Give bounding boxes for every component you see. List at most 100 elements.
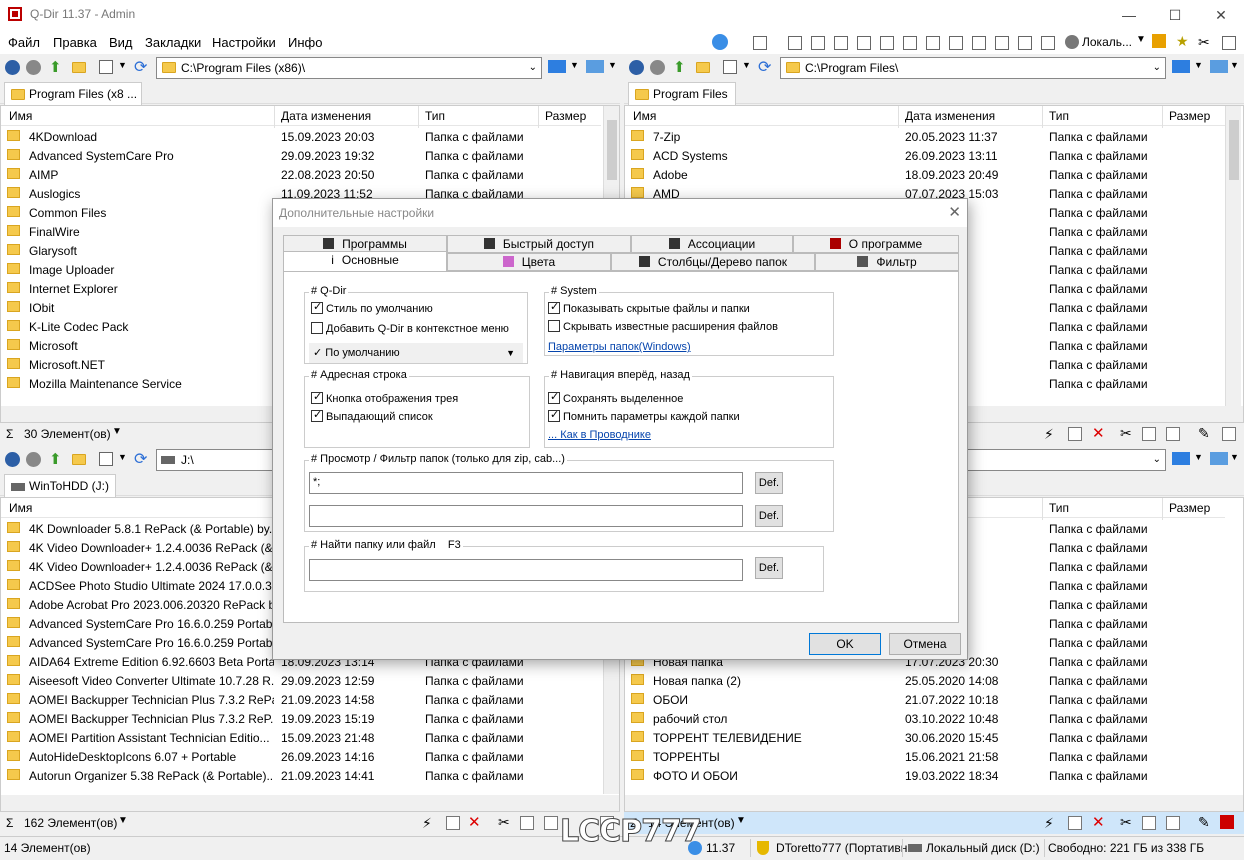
layout-2-icon[interactable] [811, 36, 825, 50]
address-input[interactable]: C:\Program Files (x86)\ ⌄ [156, 57, 542, 79]
properties-icon[interactable] [1222, 427, 1236, 441]
options-icon[interactable] [1222, 36, 1236, 50]
table-row[interactable]: AIMP 22.08.2023 20:50 Папка с файлами [1, 165, 601, 184]
col-name[interactable]: Имя [633, 109, 656, 129]
layout-8-icon[interactable] [949, 36, 963, 50]
tab-about[interactable]: О программе [793, 235, 959, 253]
chevron-down-icon[interactable]: ▼ [1136, 34, 1146, 45]
col-name[interactable]: Имя [9, 109, 32, 129]
folder-options-link[interactable]: Параметры папок(Windows) [548, 341, 691, 353]
table-row[interactable]: ТОРРЕНТ ТЕЛЕВИДЕНИЕ 30.06.2020 15:45 Папка… [625, 728, 1225, 747]
layout-7-icon[interactable] [926, 36, 940, 50]
view-icon[interactable] [99, 452, 113, 466]
chevron-down-icon[interactable]: ▼ [118, 815, 128, 826]
chevron-down-icon[interactable]: ⌄ [1153, 58, 1161, 78]
paste-icon[interactable] [1166, 816, 1180, 830]
table-row[interactable]: Autorun Organizer 5.38 RePack (& Portabl… [1, 766, 601, 785]
minimize-button[interactable]: — [1106, 0, 1152, 30]
copy-icon[interactable] [1142, 427, 1156, 441]
table-row[interactable]: Advanced SystemCare Pro 29.09.2023 19:32 П… [1, 146, 601, 165]
table-row[interactable]: AOMEI Partition Assistant Technician Edi… [1, 728, 601, 747]
back-icon[interactable] [5, 60, 20, 75]
monitor-icon[interactable] [548, 60, 566, 73]
col-size[interactable]: Размер [1169, 109, 1210, 129]
layout-11-icon[interactable] [1018, 36, 1032, 50]
copy-icon[interactable] [520, 816, 534, 830]
col-type[interactable]: Тип [425, 109, 445, 129]
forward-icon[interactable] [650, 60, 665, 75]
cancel-button[interactable]: Отмена [889, 633, 961, 655]
chevron-down-icon[interactable]: ▼ [1230, 60, 1239, 70]
locale-icon[interactable] [1065, 35, 1079, 49]
style-dropdown[interactable]: ✓ По умолчанию ▼ [309, 343, 523, 363]
table-row[interactable]: AOMEI Backupper Technician Plus 7.3.2 Re… [1, 709, 601, 728]
back-icon[interactable] [629, 60, 644, 75]
address-input[interactable]: ⌄ [964, 449, 1166, 471]
delete-icon[interactable]: ✕ [1092, 813, 1105, 831]
globe-icon[interactable] [712, 34, 728, 50]
def-button-1[interactable]: Def. [755, 472, 783, 494]
tab-general[interactable]: i Основные [283, 251, 447, 271]
table-row[interactable]: AutoHideDesktopIcons 6.07 + Portable 26.0… [1, 747, 601, 766]
up-icon[interactable]: ⬆ [673, 58, 686, 76]
filter-input-1[interactable]: *; [309, 472, 743, 494]
layout-icon[interactable] [753, 36, 767, 50]
layout-12-icon[interactable] [1041, 36, 1055, 50]
screen-icon[interactable] [1210, 60, 1228, 73]
def-button-2[interactable]: Def. [755, 505, 783, 527]
tools-icon[interactable]: ✂ [1198, 34, 1210, 51]
chevron-down-icon[interactable]: ▼ [112, 426, 122, 437]
address-input[interactable]: C:\Program Files\ ⌄ [780, 57, 1166, 79]
mail-icon[interactable] [1068, 816, 1082, 830]
tab-columns-tree[interactable]: Столбцы/Дерево папок [611, 253, 815, 271]
default-style-checkbox[interactable]: Стиль по умолчанию [311, 300, 433, 315]
refresh-icon[interactable]: ⟳ [134, 449, 147, 469]
keep-selection-checkbox[interactable]: Сохранять выделенное [548, 390, 683, 405]
rename-icon[interactable]: ✎ [1198, 425, 1210, 442]
maximize-button[interactable]: ☐ [1152, 0, 1198, 30]
stop-icon[interactable] [1220, 815, 1234, 829]
new-folder-icon[interactable] [696, 62, 710, 73]
mail-icon[interactable] [1068, 427, 1082, 441]
context-menu-checkbox[interactable]: Добавить Q-Dir в контекстное меню [311, 322, 509, 335]
menu-bookmarks[interactable]: Закладки [145, 35, 201, 50]
new-folder-icon[interactable] [72, 454, 86, 465]
show-hidden-checkbox[interactable]: Показывать скрытые файлы и папки [548, 300, 750, 315]
star-icon[interactable]: ★ [1176, 33, 1189, 50]
tab-program-files[interactable]: Program Files [628, 82, 736, 106]
rename-icon[interactable]: ✎ [1198, 814, 1210, 831]
mail-icon[interactable] [446, 816, 460, 830]
chevron-down-icon[interactable]: ▼ [118, 452, 127, 462]
cut-icon[interactable]: ✂ [1120, 814, 1132, 831]
table-row[interactable]: AOMEI Backupper Technician Plus 7.3.2 Re… [1, 690, 601, 709]
layout-3-icon[interactable] [834, 36, 848, 50]
layout-9-icon[interactable] [972, 36, 986, 50]
up-icon[interactable]: ⬆ [49, 450, 62, 468]
chevron-down-icon[interactable]: ⌄ [529, 58, 537, 78]
tab-associations[interactable]: Ассоциации [631, 235, 793, 253]
layout-1-icon[interactable] [788, 36, 802, 50]
menu-view[interactable]: Вид [109, 35, 133, 50]
new-folder-icon[interactable] [72, 62, 86, 73]
desktop-icon[interactable] [1152, 34, 1166, 48]
col-size[interactable]: Размер [545, 109, 586, 129]
like-explorer-link[interactable]: ... Как в Проводнике [548, 429, 651, 441]
paste-icon[interactable] [1166, 427, 1180, 441]
def-button-3[interactable]: Def. [755, 557, 783, 579]
table-row[interactable]: Adobe 18.09.2023 20:49 Папка с файлами [625, 165, 1225, 184]
table-row[interactable]: ОБОИ 21.07.2022 10:18 Папка с файлами [625, 690, 1225, 709]
screen-icon[interactable] [1210, 452, 1228, 465]
delete-icon[interactable]: ✕ [468, 813, 481, 831]
find-input[interactable] [309, 559, 743, 581]
lightning-icon[interactable]: ⚡ [1044, 815, 1054, 832]
chevron-down-icon[interactable]: ▼ [570, 60, 579, 70]
forward-icon[interactable] [26, 60, 41, 75]
layout-6-icon[interactable] [903, 36, 917, 50]
table-row[interactable]: рабочий стол 03.10.2022 10:48 Папка с файл… [625, 709, 1225, 728]
table-row[interactable]: Aiseesoft Video Converter Ultimate 10.7.… [1, 671, 601, 690]
menu-info[interactable]: Инфо [288, 35, 322, 50]
chevron-down-icon[interactable]: ▼ [1230, 452, 1239, 462]
tab-program-files-x86[interactable]: Program Files (x8 ... [4, 82, 142, 106]
cut-icon[interactable]: ✂ [498, 814, 510, 831]
layout-4-icon[interactable] [857, 36, 871, 50]
